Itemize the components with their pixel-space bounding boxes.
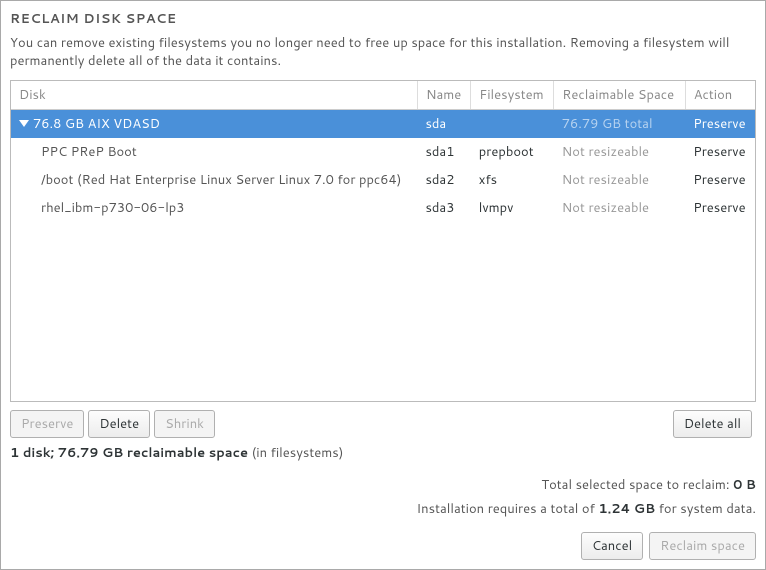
cell-disk: /boot (Red Hat Enterprise Linux Server L… (11, 166, 417, 194)
col-reclaimable[interactable]: Reclaimable Space (554, 81, 685, 110)
table-row[interactable]: 76.8 GB AIX VDASD sda 76.79 GB totalPreser… (11, 110, 755, 139)
cell-name: sda1 (417, 138, 470, 166)
partition-label: /boot (Red Hat Enterprise Linux Server L… (19, 171, 402, 189)
disk-table: Disk Name Filesystem Reclaimable Space A… (11, 81, 755, 222)
cell-disk: rhel_ibm-p730-06-lp3 (11, 194, 417, 222)
table-row[interactable]: /boot (Red Hat Enterprise Linux Server L… (11, 166, 755, 194)
summary-rest: (in filesystems) (248, 444, 343, 462)
cell-filesystem: lvmpv (471, 194, 554, 222)
table-header-row: Disk Name Filesystem Reclaimable Space A… (11, 81, 755, 110)
cell-action: Preserve (685, 110, 755, 139)
dialog-title: RECLAIM DISK SPACE (10, 10, 756, 28)
cell-disk: 76.8 GB AIX VDASD (11, 110, 417, 139)
shrink-button[interactable]: Shrink (154, 410, 215, 438)
delete-button[interactable]: Delete (88, 410, 150, 438)
total-line: Total selected space to reclaim: 0 B (10, 476, 756, 494)
cell-reclaimable: Not resizeable (554, 166, 685, 194)
cell-filesystem (471, 110, 554, 139)
partition-label: rhel_ibm-p730-06-lp3 (19, 199, 185, 217)
cell-filesystem: prepboot (471, 138, 554, 166)
partition-label: PPC PReP Boot (19, 143, 137, 161)
table-row[interactable]: rhel_ibm-p730-06-lp3 sda3lvmpvNot resizea… (11, 194, 755, 222)
install-line: Installation requires a total of 1.24 GB… (10, 500, 756, 518)
delete-all-button[interactable]: Delete all (673, 410, 752, 438)
cell-name: sda (417, 110, 470, 139)
col-disk[interactable]: Disk (11, 81, 417, 110)
footer-buttons: Cancel Reclaim space (10, 532, 756, 560)
cell-reclaimable: Not resizeable (554, 194, 685, 222)
cell-action: Preserve (685, 166, 755, 194)
table-row[interactable]: PPC PReP Boot sda1prepbootNot resizeableP… (11, 138, 755, 166)
summary-bold: 1 disk; 76.79 GB reclaimable space (10, 444, 248, 462)
action-bar: Preserve Delete Shrink Delete all (10, 410, 756, 438)
cell-reclaimable: 76.79 GB total (554, 110, 685, 139)
cell-name: sda3 (417, 194, 470, 222)
cancel-button[interactable]: Cancel (581, 532, 643, 560)
disk-table-container[interactable]: Disk Name Filesystem Reclaimable Space A… (10, 80, 756, 402)
summary-line: 1 disk; 76.79 GB reclaimable space (in f… (10, 444, 756, 462)
cell-name: sda2 (417, 166, 470, 194)
reclaim-disk-space-dialog: RECLAIM DISK SPACE You can remove existi… (0, 0, 766, 570)
col-filesystem[interactable]: Filesystem (471, 81, 554, 110)
expand-icon[interactable] (19, 118, 29, 128)
cell-action: Preserve (685, 138, 755, 166)
reclaim-space-button[interactable]: Reclaim space (649, 532, 756, 560)
preserve-button[interactable]: Preserve (10, 410, 84, 438)
cell-reclaimable: Not resizeable (554, 138, 685, 166)
install-value: 1.24 GB (598, 500, 655, 518)
cell-action: Preserve (685, 194, 755, 222)
cell-filesystem: xfs (471, 166, 554, 194)
col-name[interactable]: Name (417, 81, 470, 110)
disk-label: 76.8 GB AIX VDASD (33, 115, 160, 133)
dialog-description: You can remove existing filesystems you … (10, 34, 756, 70)
total-value: 0 B (733, 476, 756, 494)
cell-disk: PPC PReP Boot (11, 138, 417, 166)
col-action[interactable]: Action (685, 81, 755, 110)
